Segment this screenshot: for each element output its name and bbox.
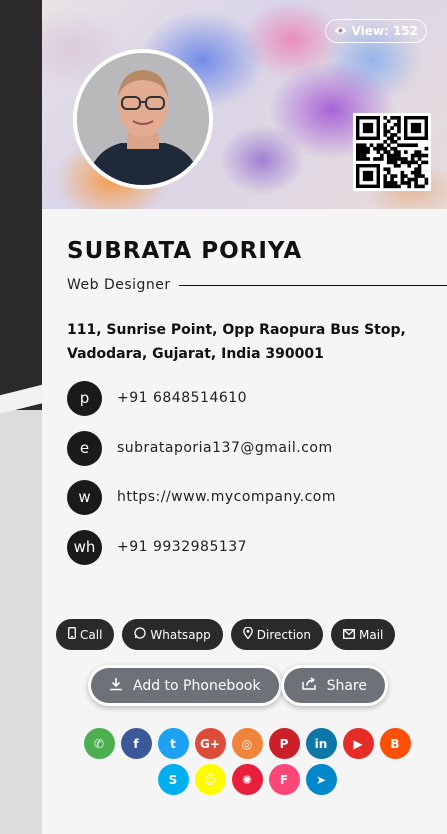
divider-line [178,284,447,286]
qr-code [353,113,431,191]
call-button[interactable]: Call [56,619,115,650]
profile-address: 111, Sunrise Point, Opp Raopura Bus Stop… [67,322,406,362]
profile-role: Web Designer [67,277,171,293]
instagram-icon[interactable]: ◎ [231,728,263,759]
avatar [73,49,213,189]
whatsapp-icon [134,627,147,642]
contact-whatsapp-value[interactable]: +91 9932985137 [117,539,247,555]
skype-icon[interactable]: S [157,764,189,795]
share-label: Share [326,677,367,694]
contact-website[interactable]: w https://www.mycompany.com [67,479,336,515]
social-links-row-1: ✆ f t G+ ◎ P in ▶ B [72,728,422,759]
profile-name: SUBRATA PORIYA [67,238,303,264]
business-card: View: 152 SUBRATA PORIYA Web Designer 11… [42,0,447,834]
contact-phone[interactable]: p +91 6848514610 [67,380,247,416]
linkedin-icon[interactable]: in [305,728,337,759]
snapchat-icon[interactable]: ☺ [194,764,226,795]
eye-icon [334,20,347,42]
view-count-badge: View: 152 [324,19,427,43]
phone-icon: p [67,380,102,416]
whatsapp-social-icon[interactable]: ✆ [83,728,115,759]
map-pin-icon [242,626,253,642]
facebook-icon[interactable]: f [120,728,152,759]
email-icon: e [67,430,102,466]
whatsapp-button-label: Whatsapp [150,627,211,642]
youtube-icon[interactable]: ▶ [342,728,374,759]
contact-whatsapp[interactable]: wh +91 9932985137 [67,529,247,565]
add-to-phonebook-button[interactable]: Add to Phonebook [91,668,279,703]
telegram-icon[interactable]: ➤ [305,764,337,795]
contact-email-value[interactable]: subrataporia137@gmail.com [117,440,333,456]
mail-button-label: Mail [359,627,384,642]
share-button[interactable]: Share [283,668,385,703]
direction-button-label: Direction [256,627,311,642]
social-links-row-2: S ☺ ✺ F ➤ [72,764,422,795]
cover-banner: View: 152 [42,0,447,209]
blogger-icon[interactable]: B [379,728,411,759]
pinterest-icon[interactable]: P [268,728,300,759]
whatsapp-icon: wh [67,529,102,565]
mail-button[interactable]: Mail [331,619,396,650]
envelope-icon [343,628,355,642]
add-to-phonebook-label: Add to Phonebook [133,677,261,694]
whatsapp-button[interactable]: Whatsapp [122,619,223,650]
mobile-phone-icon [68,627,76,642]
download-icon [109,677,123,695]
role-row: Web Designer [67,275,447,295]
quick-action-buttons: Call Whatsapp Direction Mail [56,619,396,650]
share-icon [301,677,317,694]
contact-email[interactable]: e subrataporia137@gmail.com [67,430,333,466]
twitter-icon[interactable]: t [157,728,189,759]
view-count-label: View: 152 [351,24,418,38]
contact-phone-value[interactable]: +91 6848514610 [117,390,247,406]
contact-website-value[interactable]: https://www.mycompany.com [117,489,336,505]
direction-button[interactable]: Direction [230,619,323,650]
secondary-action-buttons: Add to Phonebook Share [91,668,385,703]
website-icon: w [67,479,102,515]
call-button-label: Call [80,627,103,642]
google-plus-icon[interactable]: G+ [194,728,226,759]
dribbble-icon[interactable]: ✺ [231,764,263,795]
foursquare-icon[interactable]: F [268,764,300,795]
